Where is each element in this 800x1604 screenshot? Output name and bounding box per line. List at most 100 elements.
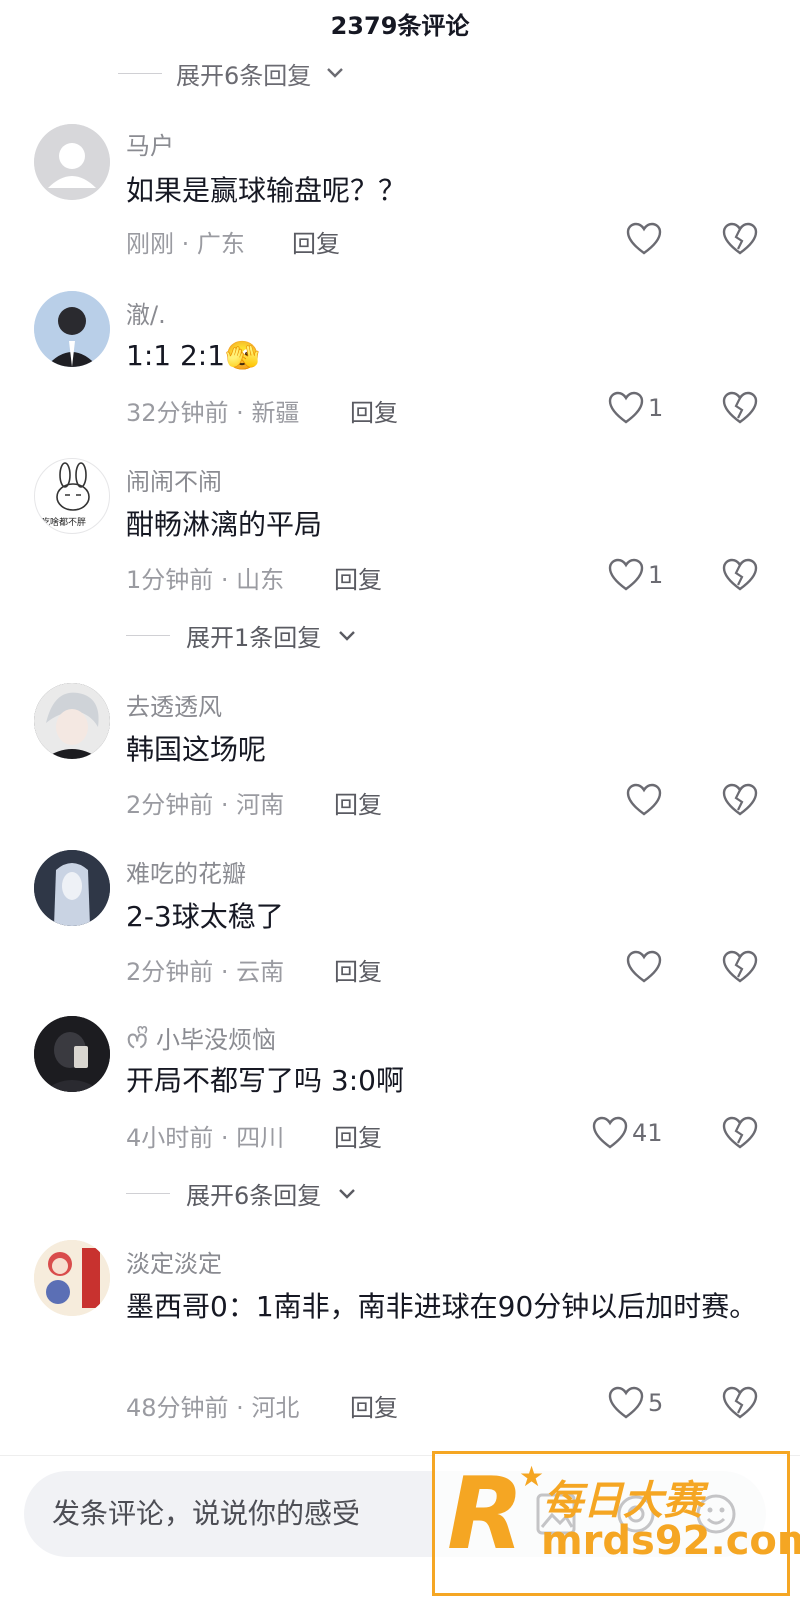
like-button[interactable]: 41 bbox=[592, 1116, 663, 1150]
reply-button[interactable]: 回复 bbox=[334, 785, 382, 820]
reply-button[interactable]: 回复 bbox=[350, 393, 398, 428]
comment-count-title: 2379条评论 bbox=[330, 12, 470, 40]
divider bbox=[126, 1193, 170, 1194]
comment-meta: 4小时前 · 四川 bbox=[126, 1124, 285, 1152]
chevron-down-icon bbox=[327, 68, 344, 78]
avatar[interactable] bbox=[34, 291, 110, 367]
comment-location: 河北 bbox=[251, 1394, 300, 1422]
heart-icon bbox=[626, 950, 662, 983]
like-button[interactable]: 5 bbox=[608, 1386, 663, 1420]
broken-heart-icon bbox=[722, 950, 758, 983]
comment-meta: 32分钟前 · 新疆 bbox=[126, 399, 300, 427]
comment-meta: 刚刚 · 广东 bbox=[126, 230, 245, 258]
broken-heart-icon bbox=[722, 783, 758, 816]
comment-text: 如果是赢球输盘呢？？ bbox=[126, 174, 407, 207]
comment-text-body: 1:1 2:1 bbox=[126, 339, 226, 372]
heart-icon bbox=[608, 391, 644, 424]
comment-time: 2分钟前 bbox=[126, 791, 214, 819]
comment-input-placeholder: 发条评论，说说你的感受 bbox=[52, 1497, 361, 1530]
comment-time: 48分钟前 bbox=[126, 1394, 229, 1422]
comment-location: 四川 bbox=[236, 1124, 285, 1152]
dislike-button[interactable] bbox=[722, 1386, 758, 1424]
like-button[interactable] bbox=[626, 950, 666, 984]
username[interactable]: 马户 bbox=[126, 126, 174, 161]
like-button[interactable] bbox=[626, 222, 666, 256]
dislike-button[interactable] bbox=[722, 950, 758, 988]
anime-avatar-image bbox=[34, 683, 110, 759]
avatar[interactable]: 吃啥都不胖 bbox=[34, 458, 110, 534]
avatar-caption: 吃啥都不胖 bbox=[41, 518, 87, 528]
username[interactable]: 淡定淡定 bbox=[126, 1244, 222, 1279]
comment-text: 开局不都写了吗 3:0啊 bbox=[126, 1064, 404, 1097]
expand-replies-label: 展开1条回复 bbox=[186, 624, 322, 652]
like-button[interactable]: 1 bbox=[608, 558, 663, 592]
broken-heart-icon bbox=[722, 1116, 758, 1149]
like-count: 1 bbox=[648, 394, 664, 422]
expand-replies-label: 展开6条回复 bbox=[176, 61, 312, 89]
avatar[interactable] bbox=[34, 683, 110, 759]
comment-time: 1分钟前 bbox=[126, 566, 214, 594]
reply-button[interactable]: 回复 bbox=[334, 1118, 382, 1153]
comment-meta: 2分钟前 · 河南 bbox=[126, 791, 285, 819]
comment-meta: 1分钟前 · 山东 bbox=[126, 566, 285, 594]
comments-header: 2379条评论 bbox=[0, 0, 800, 52]
like-button[interactable]: 1 bbox=[608, 391, 663, 425]
dislike-button[interactable] bbox=[722, 783, 758, 821]
chevron-down-icon bbox=[339, 1188, 356, 1199]
username[interactable]: 闹闹不闹 bbox=[126, 462, 222, 497]
comment-location: 新疆 bbox=[251, 399, 300, 427]
heart-icon bbox=[608, 1386, 644, 1419]
star-icon: ★ bbox=[519, 1460, 545, 1493]
comment-meta: 2分钟前 · 云南 bbox=[126, 958, 285, 986]
like-count: 1 bbox=[648, 561, 664, 589]
expand-replies-label: 展开6条回复 bbox=[186, 1182, 322, 1210]
dislike-button[interactable] bbox=[722, 222, 758, 260]
reply-button[interactable]: 回复 bbox=[292, 224, 340, 259]
heart-icon bbox=[626, 222, 662, 255]
avatar[interactable] bbox=[34, 1240, 110, 1316]
avatar[interactable] bbox=[34, 1016, 110, 1092]
dislike-button[interactable] bbox=[722, 558, 758, 596]
default-avatar-icon bbox=[34, 124, 110, 200]
watermark-r-mark: R bbox=[447, 1455, 525, 1572]
comment-location: 山东 bbox=[236, 566, 285, 594]
heart-icon bbox=[626, 783, 662, 816]
like-count: 5 bbox=[648, 1389, 664, 1417]
avatar[interactable] bbox=[34, 124, 110, 200]
comment-location: 河南 bbox=[236, 791, 285, 819]
broken-heart-icon bbox=[722, 391, 758, 424]
chevron-down-icon bbox=[339, 630, 356, 641]
emoji: 🫣 bbox=[225, 339, 260, 372]
comment-text: 酣畅淋漓的平局 bbox=[126, 508, 323, 541]
comment-text: 墨西哥0：1南非，南非进球在90分钟以后加时赛。 bbox=[126, 1290, 758, 1323]
username[interactable]: 难吃的花瓣 bbox=[126, 854, 246, 889]
comment-text: 2-3球太稳了 bbox=[126, 900, 284, 933]
broken-heart-icon bbox=[722, 1386, 758, 1419]
comment-time: 32分钟前 bbox=[126, 399, 229, 427]
watermark-url: mrds92.com bbox=[541, 1518, 800, 1564]
user-avatar-image bbox=[34, 1016, 110, 1092]
reply-button[interactable]: 回复 bbox=[334, 952, 382, 987]
comment-location: 广东 bbox=[196, 230, 245, 258]
dislike-button[interactable] bbox=[722, 391, 758, 429]
divider bbox=[118, 72, 162, 74]
expand-replies[interactable]: 展开6条回复 bbox=[126, 1176, 357, 1211]
watermark-logo: R ★ 每日大赛 mrds92.com bbox=[432, 1451, 800, 1596]
user-avatar-image bbox=[34, 1240, 110, 1316]
comment-time: 刚刚 bbox=[126, 230, 174, 258]
comment-meta: 48分钟前 · 河北 bbox=[126, 1394, 300, 1422]
avatar[interactable] bbox=[34, 850, 110, 926]
like-count: 41 bbox=[632, 1119, 663, 1147]
expand-replies-partial[interactable]: 展开6条回复 bbox=[118, 58, 345, 88]
dislike-button[interactable] bbox=[722, 1116, 758, 1154]
heart-icon bbox=[608, 558, 644, 591]
comment-location: 云南 bbox=[236, 958, 285, 986]
user-avatar-image bbox=[34, 291, 110, 367]
expand-replies[interactable]: 展开1条回复 bbox=[126, 618, 357, 653]
like-button[interactable] bbox=[626, 783, 666, 817]
reply-button[interactable]: 回复 bbox=[334, 560, 382, 595]
username[interactable]: 去透透风 bbox=[126, 687, 222, 722]
user-avatar-image bbox=[34, 850, 110, 926]
reply-button[interactable]: 回复 bbox=[350, 1388, 398, 1423]
comment-text: 1:1 2:1🫣 bbox=[126, 325, 770, 387]
